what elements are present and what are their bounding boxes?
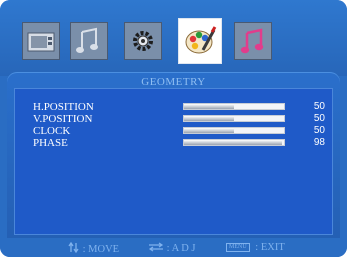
tab-setup[interactable] [124, 22, 162, 60]
tab-bar [0, 0, 347, 76]
hint-exit-label: : EXIT [255, 242, 285, 253]
hint-move-label: : MOVE [82, 244, 120, 255]
panel-title: GEOMETRY [141, 76, 206, 88]
footer-hints: : MOVE : A D J MENU : EXIT [0, 238, 347, 257]
setting-row-h-position[interactable]: H.POSITION 50 [15, 101, 334, 113]
setting-label: PHASE [33, 137, 68, 149]
setting-slider[interactable] [183, 139, 285, 146]
setting-slider[interactable] [183, 103, 285, 110]
setting-value: 50 [313, 101, 325, 112]
setting-row-clock[interactable]: CLOCK 50 [15, 125, 334, 137]
hint-adjust: : A D J [148, 242, 196, 255]
tab-picture[interactable] [22, 22, 60, 60]
setting-label: V.POSITION [33, 113, 93, 125]
menu-key-icon: MENU [226, 243, 250, 253]
up-down-arrows-icon [68, 241, 79, 254]
slider-fill [184, 116, 234, 121]
setting-slider[interactable] [183, 115, 285, 122]
setting-row-v-position[interactable]: V.POSITION 50 [15, 113, 334, 125]
tab-geometry[interactable] [178, 18, 222, 64]
hint-exit: MENU : EXIT [226, 242, 285, 254]
settings-list: H.POSITION 50 V.POSITION 50 CLOCK 50 PHA… [14, 88, 333, 235]
setting-label: H.POSITION [33, 101, 94, 113]
setting-value: 98 [313, 137, 325, 148]
setting-slider[interactable] [183, 127, 285, 134]
slider-fill [184, 140, 282, 145]
setting-row-phase[interactable]: PHASE 98 [15, 137, 334, 149]
slider-fill [184, 128, 234, 133]
hint-adjust-label: : A D J [166, 243, 196, 254]
slider-fill [184, 104, 234, 109]
music-notes-icon [240, 28, 264, 54]
tab-audio[interactable] [70, 22, 108, 60]
audio-notes-icon [76, 27, 98, 53]
osd-menu: GEOMETRY H.POSITION 50 V.POSITION 50 CLO… [0, 0, 347, 257]
picture-icon [27, 32, 55, 52]
setting-value: 50 [313, 113, 325, 124]
setting-value: 50 [313, 125, 325, 136]
gear-icon [133, 31, 153, 51]
geometry-palette-icon [185, 26, 217, 54]
hint-move: : MOVE [68, 241, 120, 256]
left-right-arrows-icon [148, 242, 164, 252]
tab-music[interactable] [234, 22, 272, 60]
setting-label: CLOCK [33, 125, 71, 137]
